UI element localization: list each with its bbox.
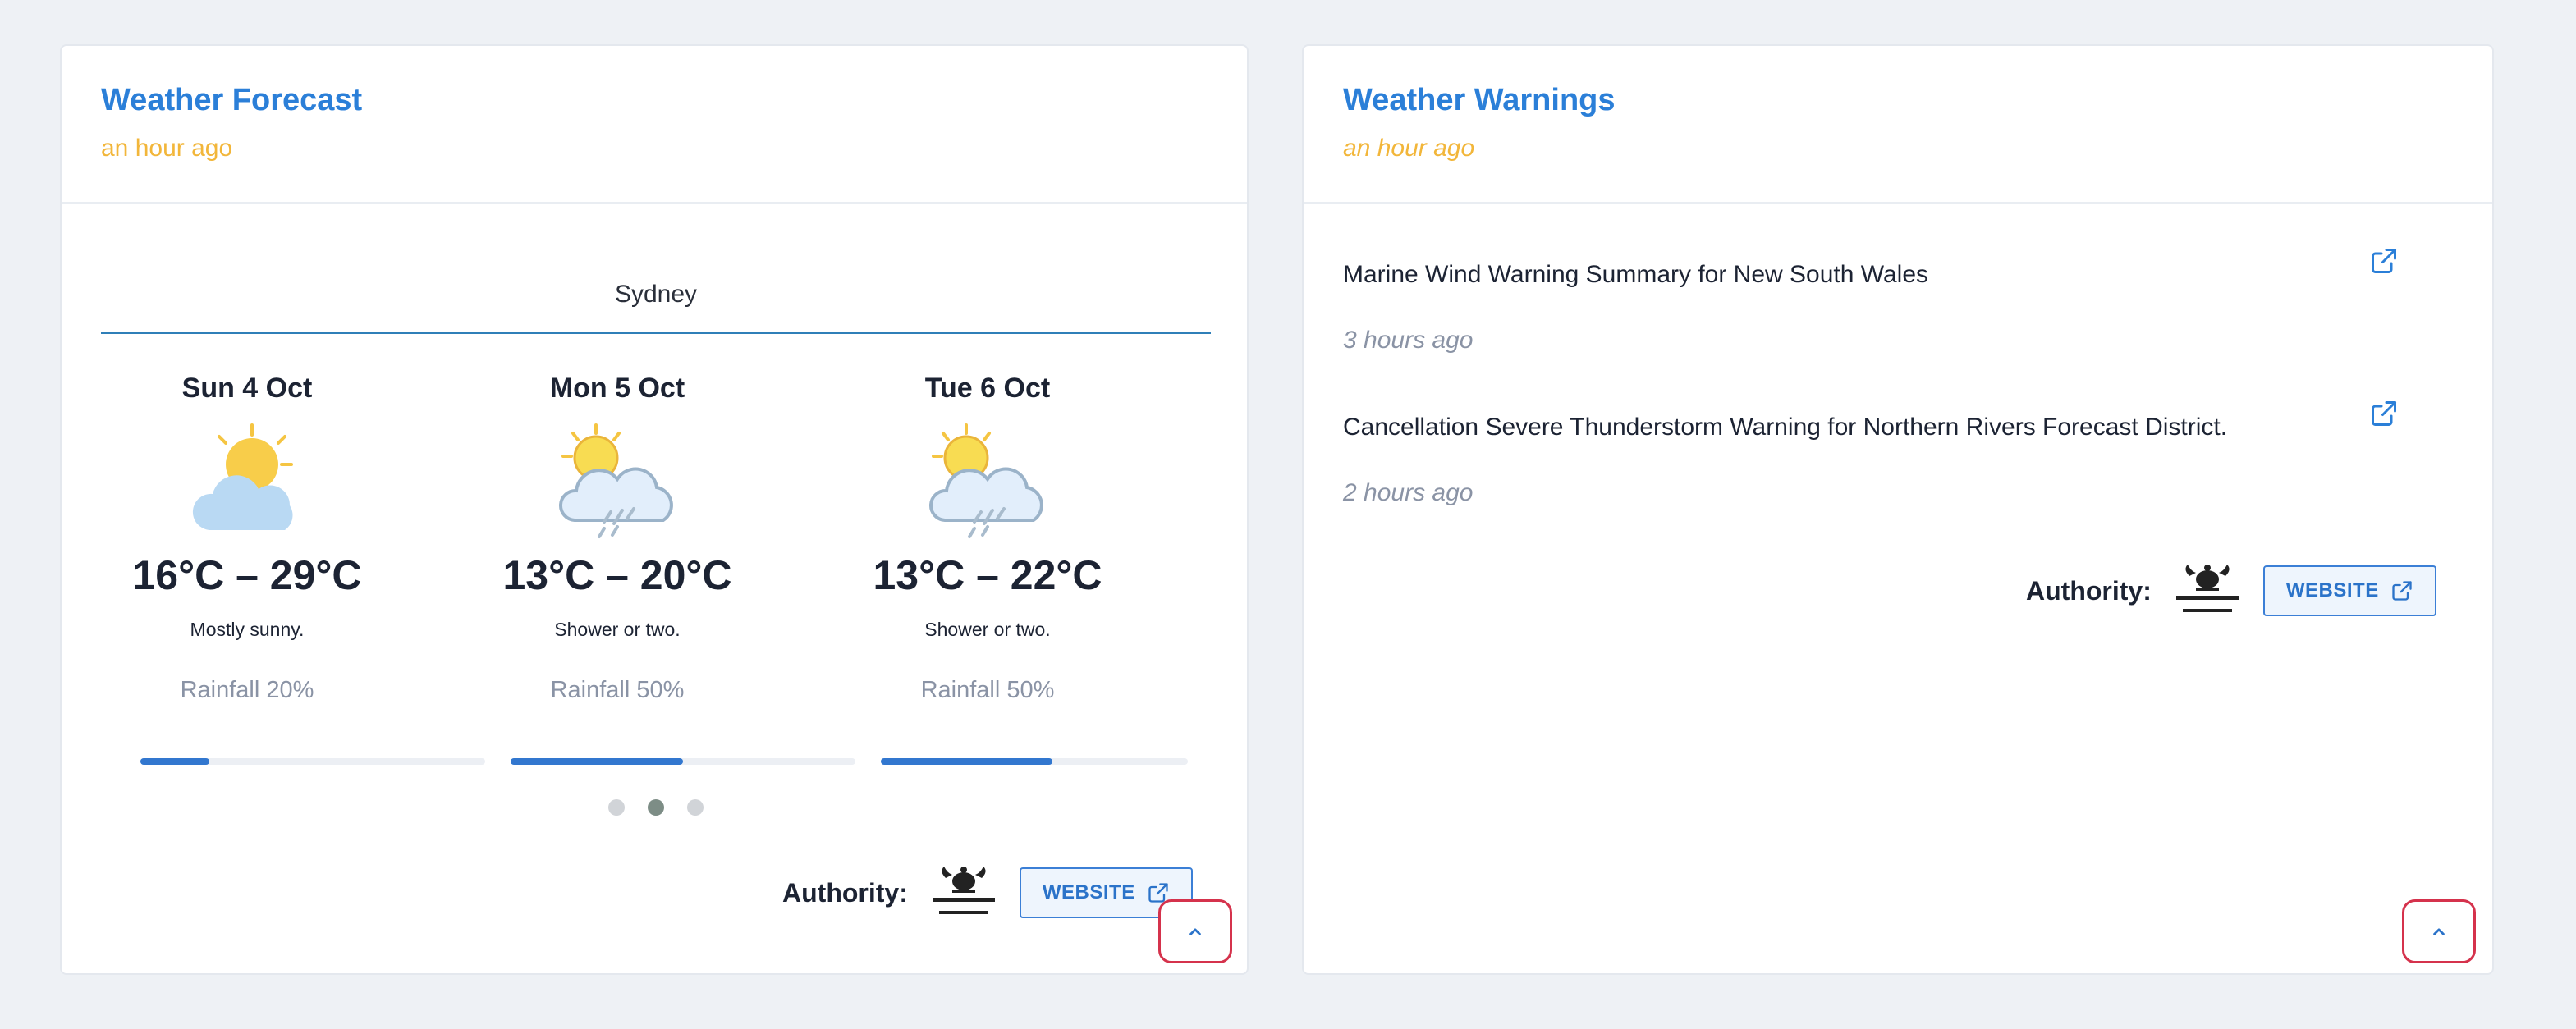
authority-label: Authority: [2026, 575, 2152, 606]
forecast-day: Sun 4 Oct 16°C – 29°C Mostly sunny. Rain… [62, 373, 433, 704]
forecast-day-date: Mon 5 Oct [549, 373, 685, 404]
chevron-up-icon [1185, 921, 1206, 942]
forecast-day-rainfall: Rainfall 50% [550, 677, 685, 703]
carousel-dot[interactable] [687, 799, 704, 816]
warnings-collapse-button[interactable] [2402, 899, 2476, 963]
sun-cloud-rain-icon [558, 423, 673, 538]
external-link-icon [2390, 579, 2413, 602]
bureau-of-meteorology-logo [921, 863, 1006, 922]
forecast-day-rainfall: Rainfall 20% [180, 677, 314, 703]
sun-cloud-rain-icon [928, 423, 1043, 538]
warnings-updated-time: an hour ago [1343, 134, 1475, 162]
mostly-sunny-icon [192, 423, 293, 530]
forecast-day-date: Tue 6 Oct [924, 373, 1051, 404]
warnings-title: Weather Warnings [1343, 83, 1616, 117]
rainfall-bar [511, 758, 855, 765]
external-link-icon[interactable] [2369, 399, 2399, 428]
rainfall-bar-fill [511, 758, 683, 765]
warning-time: 2 hours ago [1343, 479, 1474, 506]
forecast-day-temperature: 13°C – 22°C [873, 552, 1102, 598]
rainfall-bar-fill [881, 758, 1053, 765]
warnings-website-button[interactable]: WEBSITE [2262, 565, 2436, 616]
carousel-dot-active[interactable] [648, 799, 664, 816]
bureau-of-meteorology-logo [2165, 561, 2250, 620]
forecast-day: Mon 5 Oct 13°C – 20°C Shower or two. Rai… [432, 373, 803, 704]
website-button-label: WEBSITE [1042, 881, 1135, 903]
forecast-day-temperature: 16°C – 29°C [132, 552, 362, 598]
warning-item: Cancellation Severe Thunderstorm Warning… [1343, 414, 2377, 507]
forecast-updated-time: an hour ago [101, 134, 233, 162]
warning-title: Cancellation Severe Thunderstorm Warning… [1343, 414, 2228, 441]
forecast-collapse-button[interactable] [1158, 899, 1232, 963]
forecast-day-temperature: 13°C – 20°C [502, 552, 732, 598]
rainfall-bar [881, 758, 1188, 765]
external-link-icon[interactable] [2369, 246, 2399, 276]
chevron-up-icon [2428, 921, 2450, 942]
forecast-header: Weather Forecast an hour ago [62, 46, 1247, 204]
authority-label: Authority: [782, 877, 908, 908]
forecast-day-summary: Shower or two. [924, 619, 1051, 640]
forecast-location: Sydney [614, 281, 698, 308]
weather-forecast-panel: Weather Forecast an hour ago Sydney Sun … [60, 44, 1249, 975]
forecast-day: Tue 6 Oct 13°C – 22°C Shower or two. Rai… [802, 373, 1173, 704]
warning-title: Marine Wind Warning Summary for New Sout… [1343, 261, 1928, 288]
rainfall-bar [140, 758, 485, 765]
warning-time: 3 hours ago [1343, 327, 1474, 354]
carousel-dot[interactable] [608, 799, 625, 816]
forecast-day-rainfall: Rainfall 50% [920, 677, 1055, 703]
weather-warnings-panel: Weather Warnings an hour ago Marine Wind… [1302, 44, 2494, 975]
forecast-title: Weather Forecast [101, 83, 363, 117]
location-divider [101, 332, 1211, 334]
forecast-authority-row: Authority: WEBSITE [782, 863, 1193, 922]
warning-item: Marine Wind Warning Summary for New Sout… [1343, 261, 2377, 354]
rainfall-bar-fill [140, 758, 209, 765]
carousel-pagination [608, 799, 704, 816]
website-button-label: WEBSITE [2285, 579, 2379, 601]
forecast-day-summary: Shower or two. [554, 619, 681, 640]
forecast-day-summary: Mostly sunny. [190, 619, 305, 640]
warnings-authority-row: Authority: WEBSITE [2026, 561, 2436, 620]
forecast-day-date: Sun 4 Oct [181, 373, 313, 404]
warnings-header: Weather Warnings an hour ago [1304, 46, 2492, 204]
